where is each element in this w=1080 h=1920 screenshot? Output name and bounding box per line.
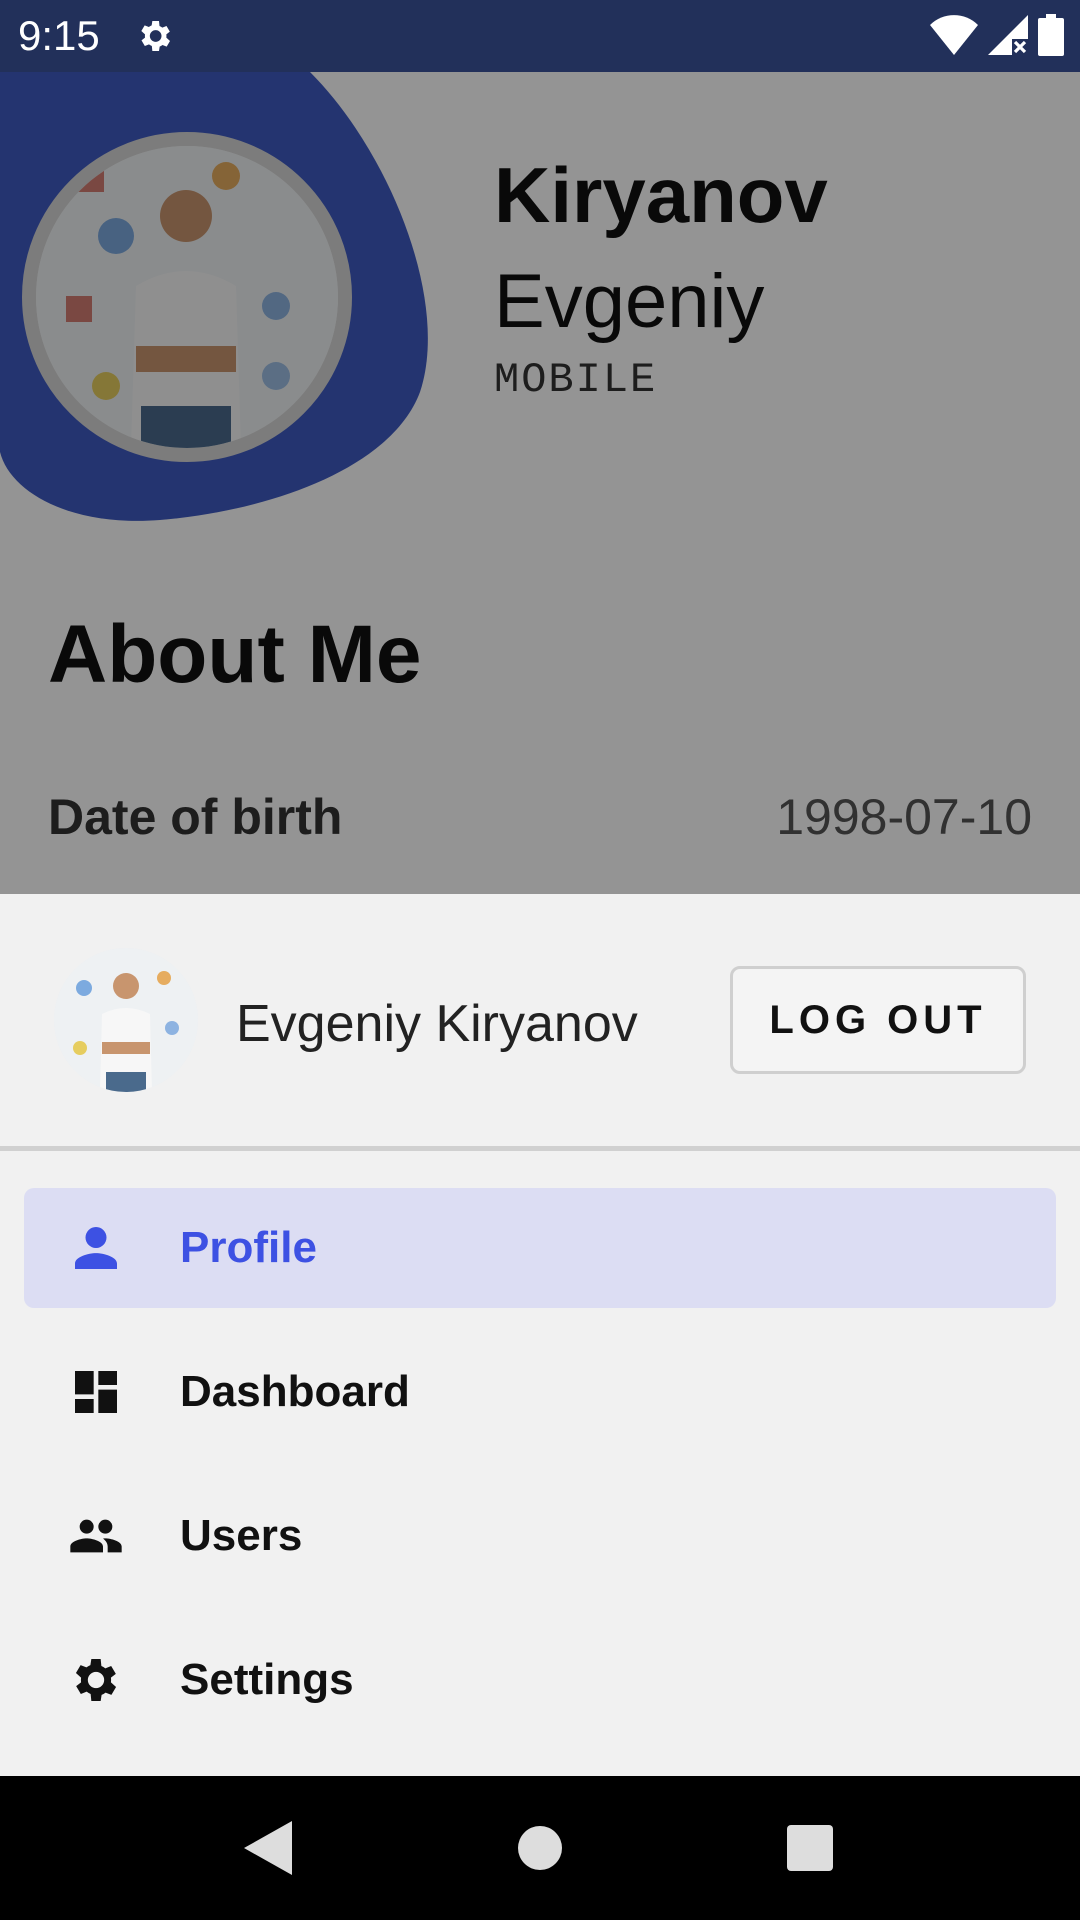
navigation-drawer: Evgeniy Kiryanov LOG OUT Profile Dashboa… — [0, 894, 1080, 1776]
logout-button[interactable]: LOG OUT — [730, 966, 1026, 1074]
menu-label: Users — [180, 1511, 303, 1560]
notification-gear-icon — [134, 14, 174, 63]
menu-item-users[interactable]: Users — [24, 1476, 1056, 1596]
menu-label: Settings — [180, 1655, 354, 1704]
wifi-icon — [930, 15, 978, 60]
status-time: 9:15 — [18, 12, 100, 59]
avatar — [54, 948, 198, 1092]
status-bar: 9:15 — [0, 0, 1080, 72]
system-nav-bar — [0, 1776, 1080, 1920]
menu-item-dashboard[interactable]: Dashboard — [24, 1332, 1056, 1452]
divider — [0, 1146, 1080, 1151]
dashboard-icon — [68, 1364, 124, 1420]
person-icon — [68, 1220, 124, 1276]
cell-signal-icon — [988, 15, 1028, 60]
menu-item-settings[interactable]: Settings — [24, 1620, 1056, 1740]
drawer-user-name: Evgeniy Kiryanov — [236, 995, 638, 1053]
menu-label: Profile — [180, 1223, 317, 1272]
home-icon[interactable] — [480, 1776, 600, 1920]
menu-item-profile[interactable]: Profile — [24, 1188, 1056, 1308]
battery-icon — [1038, 14, 1064, 61]
menu-label: Dashboard — [180, 1367, 410, 1416]
back-icon[interactable] — [208, 1776, 328, 1920]
recents-icon[interactable] — [750, 1776, 870, 1920]
group-icon — [68, 1508, 124, 1564]
gear-icon — [68, 1652, 124, 1708]
